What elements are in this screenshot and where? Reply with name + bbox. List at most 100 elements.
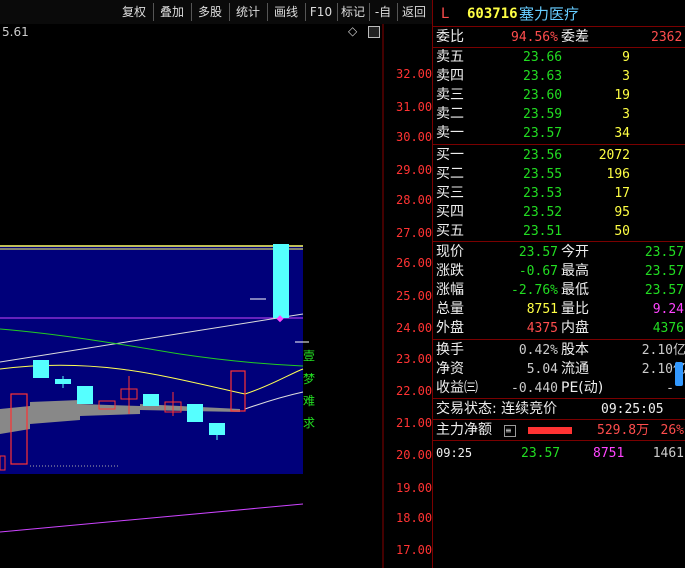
price-label: 17.00 [396,543,433,557]
trade-status-row: 交易状态: 连续竞价 09:25:05 [433,400,685,419]
fund-label: 收益㈢ [436,380,478,396]
quote-label: 总量 [436,301,464,317]
quote-value: 4375 [526,321,558,336]
fund-value: -0.440 [511,381,558,396]
divider [433,440,685,441]
scroll-indicator[interactable] [675,362,683,386]
quote-label: 内盘 [561,320,589,336]
self-select-button[interactable]: -自选 [369,2,397,39]
sell-volume: 19 [614,88,630,103]
draw-line-button[interactable]: 画线 [267,2,305,22]
diamond-icon[interactable]: ◇ [348,24,357,38]
f10-button[interactable]: F10 [305,2,337,22]
price-label: 32.00 [396,67,433,81]
buy-price: 23.52 [523,205,563,220]
chart-canvas [0,24,384,568]
price-label: 22.00 [396,384,433,398]
statistics-button[interactable]: 统计 [229,2,267,22]
quote-value: 23.57 [644,283,684,298]
price-label: 29.00 [396,163,433,177]
price-label: 27.00 [396,226,433,240]
quote-value: 23.57 [644,264,684,279]
divider [433,144,685,145]
buy-volume: 95 [614,205,630,220]
price-label: 26.00 [396,256,433,270]
sell-label: 卖一 [436,125,464,141]
divider [433,419,685,420]
buy-label: 买二 [436,166,464,182]
candle-down [77,386,93,404]
sell-row[interactable]: 卖四 23.63 3 [433,67,685,86]
sell-volume: 3 [622,69,630,84]
tick-extra: 1461 [652,446,684,461]
buy-label: 买四 [436,204,464,220]
list-icon[interactable]: ≡ [504,425,516,437]
buy-row[interactable]: 买一 23.56 2072 [433,146,685,165]
sell-label: 卖三 [436,87,464,103]
price-label: 30.00 [396,130,433,144]
weibi-row: 委比 94.56% 委差 2362 [433,28,685,47]
sell-volume: 9 [622,50,630,65]
fund-label: 流通 [561,361,589,377]
quote-value: 8751 [526,302,558,317]
sell-price: 23.66 [523,50,563,65]
quote-panel: L 603716 塞力医疗 委比 94.56% 委差 2362 卖五 23.66… [432,0,685,568]
price-label: 28.00 [396,193,433,207]
divider [433,398,685,399]
candle-down [33,360,49,378]
sell-row[interactable]: 卖五 23.66 9 [433,48,685,67]
main-flow-pct: 26% [660,423,684,438]
weicha-label: 委差 [561,29,589,45]
fund-row: 净资 5.04 流通 2.10亿 [433,360,685,379]
quote-row: 总量 8751 量比 9.24 [433,300,685,319]
sell-volume: 34 [614,126,630,141]
buy-row[interactable]: 买三 23.53 17 [433,184,685,203]
grey-area [30,400,80,424]
quote-value: -0.67 [518,264,558,279]
sell-row[interactable]: 卖三 23.60 19 [433,86,685,105]
lower-trend-line [0,503,304,533]
stock-mark: L [441,6,449,22]
buy-volume: 196 [606,167,630,182]
quote-value: -2.76% [511,283,558,298]
toolbar: 复权 叠加 多股 统计 画线 F10 标记 -自选 返回 [0,0,432,39]
back-button[interactable]: 返回 [398,2,430,22]
stock-name: 塞力医疗 [519,5,580,23]
sell-row[interactable]: 卖一 23.57 34 [433,124,685,143]
tick-time: 09:25 [436,446,473,460]
quote-label: 涨幅 [436,282,464,298]
tick-volume: 8751 [593,446,625,461]
checkbox-icon[interactable] [368,26,380,38]
buy-row[interactable]: 买四 23.52 95 [433,203,685,222]
candle-down [143,394,159,406]
sell-price: 23.59 [523,107,563,122]
buy-row[interactable]: 买二 23.55 196 [433,165,685,184]
divider [433,26,685,27]
grey-area [80,404,140,416]
price-label: 24.00 [396,321,433,335]
buy-row[interactable]: 买五 23.51 50 [433,222,685,241]
fund-value: 2.10亿 [641,343,685,358]
buy-label: 买三 [436,185,464,201]
fuquan-button[interactable]: 复权 [115,2,153,22]
candlestick-chart[interactable]: 5.61 ◇ 32.00 31.00 30.00 29.00 28.00 27.… [0,24,432,568]
stock-code: 603716 [467,6,518,22]
candle-down [187,404,203,422]
multi-stock-button[interactable]: 多股 [191,2,229,22]
mark-button[interactable]: 标记 [337,2,369,22]
fund-value: 5.04 [526,362,558,377]
fund-value: - [666,381,674,396]
overlay-button[interactable]: 叠加 [153,2,191,22]
quote-label: 涨跌 [436,263,464,279]
trade-status-time: 09:25:05 [601,402,664,417]
quote-value: 9.24 [652,302,684,317]
buy-volume: 2072 [598,148,630,163]
quote-label: 量比 [561,301,589,317]
top-left-value: 5.61 [2,25,29,39]
sell-row[interactable]: 卖二 23.59 3 [433,105,685,124]
buy-price: 23.55 [523,167,563,182]
sell-price: 23.57 [523,126,563,141]
fund-row: 收益㈢ -0.440 PE(动) - [433,379,685,398]
side-text: 难 [303,394,316,408]
flow-bar [528,427,572,434]
